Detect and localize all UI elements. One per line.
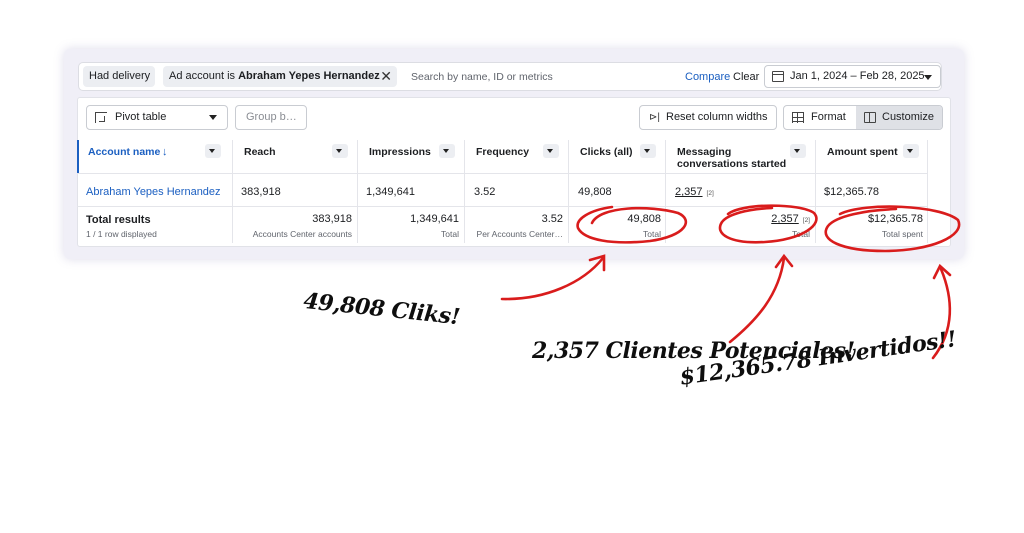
invested-arrowhead bbox=[932, 263, 952, 280]
column-menu-button[interactable] bbox=[439, 144, 455, 158]
delivery-filter-chip[interactable]: Had delivery bbox=[83, 66, 155, 87]
total-messaging-sub: Total bbox=[792, 229, 810, 239]
messaging-value: 2,357 [2] bbox=[675, 186, 714, 198]
column-menu-button[interactable] bbox=[903, 144, 919, 158]
column-divider[interactable] bbox=[464, 140, 465, 243]
resize-icon: ⊳| bbox=[649, 112, 660, 123]
close-icon[interactable]: ✕ bbox=[380, 66, 392, 87]
clicks-arrow bbox=[500, 256, 605, 301]
total-messaging-count[interactable]: 2,357 bbox=[771, 213, 799, 225]
chevron-down-icon bbox=[547, 149, 553, 153]
column-header-messaging[interactable]: Messaging bbox=[677, 146, 731, 158]
header-rule bbox=[77, 173, 927, 174]
column-menu-button[interactable] bbox=[205, 144, 221, 158]
format-button[interactable]: Format bbox=[784, 106, 856, 129]
chevron-down-icon bbox=[924, 75, 932, 80]
column-divider[interactable] bbox=[568, 140, 569, 243]
clear-link[interactable]: Clear bbox=[733, 71, 759, 83]
total-results-label: Total results bbox=[86, 214, 151, 226]
frequency-value: 3.52 bbox=[474, 186, 496, 198]
messaging-footnote: [2] bbox=[706, 190, 714, 197]
total-frequency-sub: Per Accounts Center… bbox=[476, 229, 563, 239]
invested-annotation: $12,365.78 Invertidos!! bbox=[678, 326, 958, 391]
total-messaging-footnote: [2] bbox=[802, 217, 810, 224]
search-input[interactable]: Search by name, ID or metrics bbox=[411, 71, 553, 83]
chevron-down-icon bbox=[794, 149, 800, 153]
account-name-link[interactable]: Abraham Yepes Hernandez bbox=[86, 186, 221, 198]
format-label: Format bbox=[811, 111, 846, 123]
customize-label: Customize bbox=[882, 111, 934, 123]
reset-column-widths-label: Reset column widths bbox=[666, 111, 768, 123]
pivot-table-label: Pivot table bbox=[115, 111, 167, 123]
column-header-reach[interactable]: Reach bbox=[244, 146, 276, 158]
column-header-clicks[interactable]: Clicks (all) bbox=[580, 146, 633, 158]
date-range-picker[interactable]: Jan 1, 2024 – Feb 28, 2025 bbox=[764, 65, 941, 88]
messaging-count[interactable]: 2,357 bbox=[675, 186, 703, 198]
account-filter-prefix: Ad account is bbox=[169, 70, 239, 82]
column-divider[interactable] bbox=[232, 140, 233, 243]
customize-button[interactable]: Customize bbox=[856, 106, 942, 129]
group-by-input[interactable]: Group b… bbox=[235, 105, 307, 130]
grid-icon bbox=[792, 112, 804, 123]
column-divider[interactable] bbox=[357, 140, 358, 243]
reach-value: 383,918 bbox=[241, 186, 281, 198]
impressions-value: 1,349,641 bbox=[366, 186, 415, 198]
clicks-value: 49,808 bbox=[578, 186, 612, 198]
sort-arrow-icon[interactable]: ↓ bbox=[162, 146, 168, 158]
chevron-down-icon bbox=[644, 149, 650, 153]
column-header-account-name[interactable]: Account name bbox=[88, 146, 160, 158]
column-divider[interactable] bbox=[665, 140, 666, 243]
total-clicks: 49,808 bbox=[627, 213, 661, 225]
chevron-down-icon bbox=[336, 149, 342, 153]
column-menu-button[interactable] bbox=[790, 144, 806, 158]
chevron-down-icon bbox=[907, 149, 913, 153]
total-reach-sub: Accounts Center accounts bbox=[252, 229, 352, 239]
chevron-down-icon bbox=[209, 115, 217, 120]
format-customize-toggle: Format Customize bbox=[783, 105, 943, 130]
compare-link[interactable]: Compare bbox=[685, 71, 730, 83]
selected-column-indicator bbox=[77, 140, 79, 173]
chevron-down-icon bbox=[209, 149, 215, 153]
column-menu-button[interactable] bbox=[640, 144, 656, 158]
leads-arrow bbox=[728, 256, 786, 344]
columns-icon bbox=[864, 112, 876, 123]
column-header-impressions[interactable]: Impressions bbox=[369, 146, 431, 158]
column-menu-button[interactable] bbox=[332, 144, 348, 158]
clicks-annotation: 49,808 Cliks! bbox=[302, 288, 462, 331]
total-impressions: 1,349,641 bbox=[410, 213, 459, 225]
column-divider[interactable] bbox=[815, 140, 816, 243]
column-header-frequency[interactable]: Frequency bbox=[476, 146, 529, 158]
column-divider[interactable] bbox=[927, 140, 928, 243]
total-reach: 383,918 bbox=[312, 213, 352, 225]
filter-bar: Had delivery Ad account is Abraham Yepes… bbox=[78, 62, 942, 91]
row-rule bbox=[77, 206, 927, 207]
pivot-icon bbox=[95, 112, 107, 123]
pivot-table-dropdown[interactable]: Pivot table bbox=[86, 105, 228, 130]
amount-spent-value: $12,365.78 bbox=[824, 186, 880, 198]
calendar-icon bbox=[772, 71, 784, 82]
reset-column-widths-button[interactable]: ⊳| Reset column widths bbox=[639, 105, 777, 130]
total-amount-spent-sub: Total spent bbox=[881, 229, 923, 239]
date-range-label: Jan 1, 2024 – Feb 28, 2025 bbox=[790, 70, 925, 82]
chevron-down-icon bbox=[443, 149, 449, 153]
rows-displayed: 1 / 1 row displayed bbox=[86, 229, 157, 239]
account-filter-name: Abraham Yepes Hernandez bbox=[238, 70, 380, 82]
delivery-filter-label: Had delivery bbox=[89, 70, 151, 82]
column-header-messaging-line2[interactable]: conversations started bbox=[677, 158, 786, 170]
total-frequency: 3.52 bbox=[541, 213, 563, 225]
total-impressions-sub: Total bbox=[441, 229, 459, 239]
total-amount-spent: $12,365.78 bbox=[867, 213, 923, 225]
total-clicks-sub: Total bbox=[643, 229, 661, 239]
account-filter-chip[interactable]: Ad account is Abraham Yepes Hernandez ✕ bbox=[163, 66, 397, 87]
total-messaging: 2,357 [2] bbox=[665, 213, 810, 225]
column-menu-button[interactable] bbox=[543, 144, 559, 158]
column-header-amount-spent[interactable]: Amount spent bbox=[827, 146, 898, 158]
